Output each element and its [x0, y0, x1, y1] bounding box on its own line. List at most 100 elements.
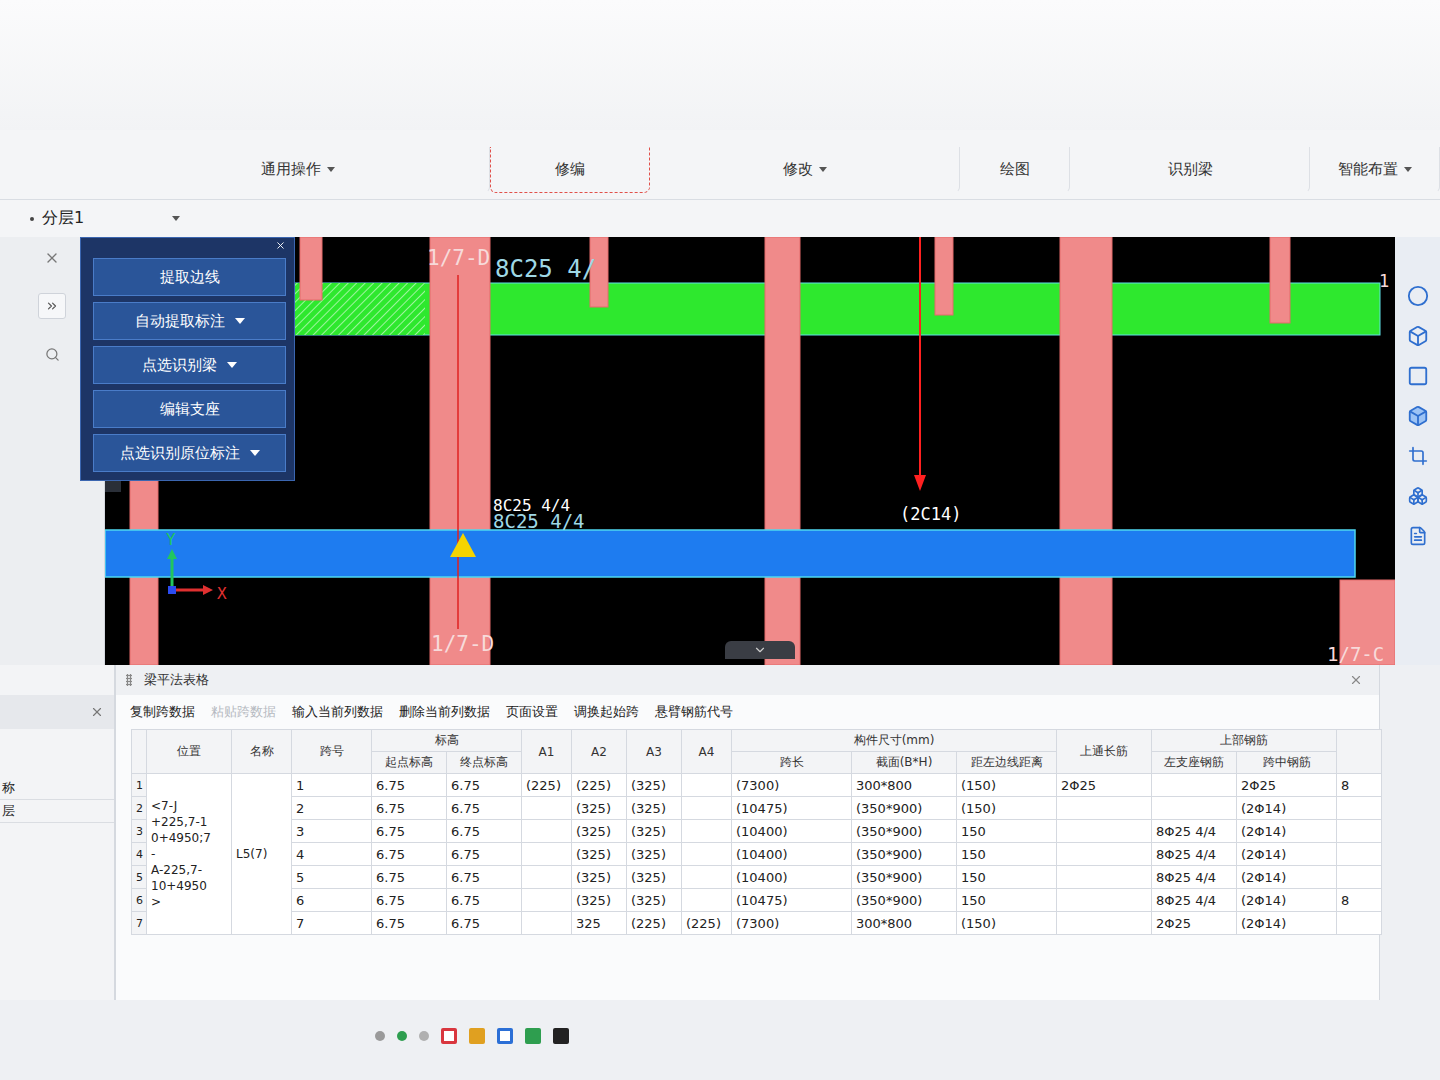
table-cell[interactable]: (10400) [732, 843, 852, 866]
table-cell[interactable]: 6.75 [372, 889, 447, 912]
table-cell[interactable] [1057, 889, 1152, 912]
table-cell[interactable]: (325) [572, 820, 627, 843]
search-icon[interactable] [38, 343, 66, 365]
ribbon-group[interactable]: 修编 [490, 147, 650, 193]
table-cell[interactable]: (150) [957, 912, 1057, 935]
panel-button-label[interactable]: 编辑支座 [160, 400, 220, 419]
table-cell[interactable]: (10475) [732, 797, 852, 820]
close-icon[interactable] [1349, 673, 1363, 687]
column-header[interactable]: 跨号 [292, 730, 372, 774]
table-cell[interactable]: (150) [957, 774, 1057, 797]
table-cell[interactable]: 150 [957, 820, 1057, 843]
toolbar-button[interactable]: 悬臂钢筋代号 [655, 703, 733, 721]
cube-icon[interactable] [1404, 363, 1432, 389]
table-cell[interactable]: (325) [627, 866, 682, 889]
row-index[interactable]: 2 [132, 797, 147, 820]
toolbar-button[interactable]: 调换起始跨 [574, 703, 639, 721]
document-icon[interactable] [1404, 523, 1432, 549]
table-cell[interactable]: (325) [627, 797, 682, 820]
panel-button[interactable]: 编辑支座 [93, 390, 286, 428]
table-cell[interactable]: (7300) [732, 774, 852, 797]
dropdown-caret-icon[interactable] [235, 318, 245, 324]
table-cell[interactable]: (2Φ14) [1237, 820, 1337, 843]
table-cell[interactable]: (325) [572, 889, 627, 912]
panel-button-label[interactable]: 点选识别梁 [142, 356, 217, 375]
table-row[interactable]: 1<7-J+225,7-10+4950;7-A-225,7-10+4950>L5… [132, 774, 1382, 797]
table-cell[interactable]: (10400) [732, 820, 852, 843]
panel-button-label[interactable]: 自动提取标注 [135, 312, 225, 331]
color-swatch[interactable] [525, 1028, 541, 1044]
rebar-annotation[interactable]: 8C25 4/ [495, 255, 596, 283]
ribbon-group[interactable]: 通用操作 [105, 147, 490, 193]
table-cell[interactable]: (325) [572, 866, 627, 889]
table-cell[interactable] [1337, 912, 1382, 935]
table-cell[interactable]: (2Φ14) [1237, 797, 1337, 820]
table-cell[interactable]: 6.75 [447, 912, 522, 935]
table-cell[interactable]: (2Φ14) [1237, 889, 1337, 912]
table-cell[interactable]: (10475) [732, 889, 852, 912]
table-cell[interactable] [1337, 797, 1382, 820]
toolbar-button[interactable]: 粘贴跨数据 [211, 703, 276, 721]
position-cell[interactable]: <7-J+225,7-10+4950;7-A-225,7-10+4950> [147, 774, 232, 935]
rebar-annotation[interactable]: 8C25 4/4 [493, 510, 585, 532]
table-cell[interactable]: 150 [957, 843, 1057, 866]
name-cell[interactable]: L5(7) [232, 774, 292, 935]
cube-3d-icon[interactable] [1404, 323, 1432, 349]
table-cell[interactable] [522, 797, 572, 820]
table-cell[interactable] [1152, 774, 1237, 797]
column-header[interactable]: 截面(B*H) [852, 752, 957, 774]
toolbar-button[interactable]: 复制跨数据 [130, 703, 195, 721]
panel-button-label[interactable]: 点选识别原位标注 [120, 444, 240, 463]
table-cell[interactable]: 5 [292, 866, 372, 889]
table-cell[interactable]: 8Φ25 4/4 [1152, 889, 1237, 912]
table-cell[interactable]: 2Φ25 [1057, 774, 1152, 797]
table-row[interactable]: 446.756.75(325)(325)(10400)(350*900)1508… [132, 843, 1382, 866]
table-cell[interactable]: (350*900) [852, 843, 957, 866]
layer-value[interactable]: 分层1 [42, 208, 84, 229]
table-cell[interactable]: (2Φ14) [1237, 912, 1337, 935]
dropdown-caret-icon[interactable] [172, 216, 180, 221]
bottom-tab[interactable] [725, 641, 795, 659]
table-cell[interactable] [1057, 912, 1152, 935]
table-cell[interactable] [1337, 820, 1382, 843]
column-header[interactable]: 终点标高 [447, 752, 522, 774]
ribbon-group-label[interactable]: 智能布置 [1338, 160, 1398, 179]
table-cell[interactable] [682, 843, 732, 866]
table-cell[interactable]: 6.75 [447, 889, 522, 912]
table-cell[interactable]: 6.75 [372, 774, 447, 797]
close-icon[interactable] [90, 705, 104, 719]
table-cell[interactable]: (225) [682, 912, 732, 935]
table-cell[interactable]: 8Φ25 4/4 [1152, 843, 1237, 866]
beam-selected[interactable] [105, 530, 1355, 577]
row-index[interactable]: 3 [132, 820, 147, 843]
table-row[interactable]: 556.756.75(325)(325)(10400)(350*900)1508… [132, 866, 1382, 889]
table-cell[interactable] [1057, 843, 1152, 866]
row-index[interactable]: 7 [132, 912, 147, 935]
table-cell[interactable]: (325) [572, 843, 627, 866]
ribbon-group[interactable]: 绘图 [960, 147, 1070, 193]
column-header[interactable]: 上通长筋 [1057, 730, 1152, 774]
table-cell[interactable]: 6.75 [372, 843, 447, 866]
column[interactable] [935, 237, 953, 315]
dropdown-caret-icon[interactable] [819, 167, 827, 172]
table-cell[interactable] [522, 843, 572, 866]
table-cell[interactable]: 6.75 [372, 866, 447, 889]
table-cell[interactable]: (225) [572, 774, 627, 797]
layer-select[interactable]: 分层1 [30, 208, 180, 229]
color-swatch[interactable] [419, 1031, 429, 1041]
table-cell[interactable]: 4 [292, 843, 372, 866]
table-cell[interactable] [682, 866, 732, 889]
color-swatch[interactable] [441, 1028, 457, 1044]
orbit-icon[interactable] [1404, 283, 1432, 309]
table-cell[interactable]: (350*900) [852, 797, 957, 820]
table-cell[interactable]: 8Φ25 4/4 [1152, 820, 1237, 843]
table-cell[interactable]: (10400) [732, 866, 852, 889]
table-cell[interactable]: 6.75 [447, 820, 522, 843]
table-cell[interactable]: 6.75 [372, 820, 447, 843]
table-cell[interactable]: 6.75 [447, 843, 522, 866]
table-cell[interactable]: (350*900) [852, 866, 957, 889]
column-header[interactable]: 名称 [232, 730, 292, 774]
row-index[interactable]: 4 [132, 843, 147, 866]
close-icon[interactable] [38, 247, 66, 269]
table-cell[interactable]: 150 [957, 889, 1057, 912]
